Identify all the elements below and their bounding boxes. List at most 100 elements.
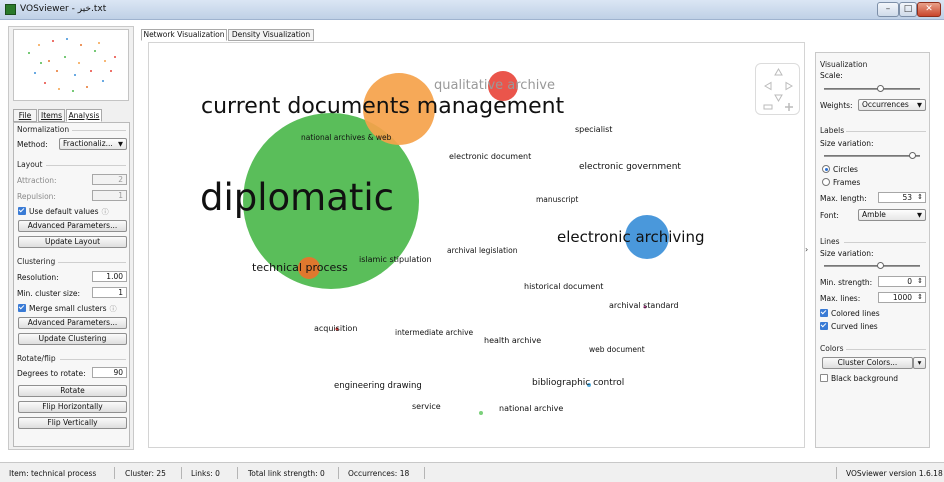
resolution-field[interactable]: 1.00 bbox=[92, 271, 127, 282]
overview-node-dot bbox=[64, 56, 66, 58]
attraction-field[interactable]: 2 bbox=[92, 174, 127, 185]
merge-small-clusters-checkbox[interactable]: Merge small clusters ⓘ bbox=[18, 304, 117, 314]
circles-radio[interactable]: Circles bbox=[822, 165, 858, 174]
keyword-national-archive[interactable]: national archive bbox=[499, 404, 563, 413]
checkbox-checked-icon bbox=[820, 309, 828, 317]
slider-thumb[interactable] bbox=[877, 262, 885, 269]
black-background-checkbox[interactable]: Black background bbox=[820, 374, 898, 383]
network-visualization-canvas[interactable]: qualitative archive current documents ma… bbox=[148, 42, 805, 448]
keyword-service[interactable]: service bbox=[412, 402, 441, 411]
keyword-technical-process[interactable]: technical process bbox=[252, 261, 348, 274]
cluster-colors-dropdown-button[interactable]: ▾ bbox=[913, 357, 926, 369]
keyword-qualitative-archive[interactable]: qualitative archive bbox=[434, 78, 555, 93]
overview-node-dot bbox=[58, 88, 60, 90]
labels-section-title: Labels bbox=[820, 126, 845, 135]
collapse-panel-arrow-icon[interactable]: › bbox=[805, 245, 808, 254]
curved-lines-checkbox[interactable]: Curved lines bbox=[820, 322, 878, 331]
layout-advanced-parameters-button[interactable]: Advanced Parameters... bbox=[18, 220, 127, 232]
help-icon[interactable]: ⓘ bbox=[102, 208, 109, 216]
max-lines-spinner[interactable]: 1000 bbox=[878, 292, 926, 303]
scale-slider[interactable] bbox=[824, 85, 920, 92]
slider-track bbox=[824, 155, 920, 157]
method-select[interactable]: Fractionaliz... ▼ bbox=[59, 138, 127, 150]
section-divider bbox=[846, 131, 926, 132]
flip-horizontally-button[interactable]: Flip Horizontally bbox=[18, 401, 127, 413]
keyword-diplomatic[interactable]: diplomatic bbox=[200, 176, 394, 219]
keyword-electronic-archiving[interactable]: electronic archiving bbox=[557, 228, 704, 246]
keyword-acquisition[interactable]: acquisition bbox=[314, 324, 357, 333]
window-title: VOSviewer - خير.txt bbox=[20, 4, 107, 14]
zoom-in-icon[interactable] bbox=[785, 103, 793, 111]
flip-vertically-button[interactable]: Flip Vertically bbox=[18, 417, 127, 429]
pan-zoom-control[interactable] bbox=[755, 63, 800, 115]
keyword-bibliographic-control[interactable]: bibliographic control bbox=[532, 378, 624, 388]
labels-size-variation-slider[interactable] bbox=[824, 152, 920, 159]
repulsion-field[interactable]: 1 bbox=[92, 190, 127, 201]
merge-small-clusters-label: Merge small clusters bbox=[29, 304, 107, 313]
overview-node-dot bbox=[90, 70, 92, 72]
cluster-colors-button[interactable]: Cluster Colors... bbox=[822, 357, 913, 369]
tab-items[interactable]: Items bbox=[38, 109, 65, 122]
slider-thumb[interactable] bbox=[877, 85, 885, 92]
keyword-web-document[interactable]: web document bbox=[589, 345, 645, 354]
update-layout-button[interactable]: Update Layout bbox=[18, 236, 127, 248]
status-separator bbox=[836, 467, 837, 479]
rotate-button[interactable]: Rotate bbox=[18, 385, 127, 397]
min-strength-spinner[interactable]: 0 bbox=[878, 276, 926, 287]
tab-network-visualization[interactable]: Network Visualization bbox=[141, 29, 227, 41]
frames-radio[interactable]: Frames bbox=[822, 178, 860, 187]
keyword-electronic-document[interactable]: electronic document bbox=[449, 152, 531, 161]
lines-size-variation-slider[interactable] bbox=[824, 262, 920, 269]
status-item: Item: technical process bbox=[9, 469, 97, 478]
maximize-button[interactable]: □ bbox=[899, 2, 917, 17]
keyword-national-archives-web[interactable]: national archives & web bbox=[301, 133, 391, 142]
keyword-archival-standard[interactable]: archival standard bbox=[609, 301, 679, 310]
overview-map[interactable] bbox=[13, 29, 129, 101]
minimize-button[interactable]: – bbox=[877, 2, 899, 17]
pan-up-icon[interactable] bbox=[774, 68, 783, 76]
overview-node-dot bbox=[44, 82, 46, 84]
keyword-manuscript[interactable]: manuscript bbox=[536, 195, 578, 204]
tab-analysis[interactable]: Analysis bbox=[66, 109, 102, 122]
clustering-advanced-parameters-button[interactable]: Advanced Parameters... bbox=[18, 317, 127, 329]
weights-select[interactable]: Occurrences ▼ bbox=[858, 99, 926, 111]
keyword-specialist[interactable]: specialist bbox=[575, 125, 612, 134]
slider-thumb[interactable] bbox=[908, 152, 916, 159]
zoom-out-icon[interactable] bbox=[763, 104, 773, 110]
pan-right-icon[interactable] bbox=[785, 81, 793, 91]
frames-label: Frames bbox=[833, 178, 861, 187]
curved-lines-label: Curved lines bbox=[831, 322, 878, 331]
keyword-historical-document[interactable]: historical document bbox=[524, 282, 603, 291]
overview-node-dot bbox=[98, 42, 100, 44]
keyword-health-archive[interactable]: health archive bbox=[484, 336, 541, 345]
font-select[interactable]: Amble ▼ bbox=[858, 209, 926, 221]
help-icon[interactable]: ⓘ bbox=[110, 305, 117, 313]
keyword-islamic-stipulation[interactable]: islamic stipulation bbox=[359, 255, 432, 264]
degrees-to-rotate-field[interactable]: 90 bbox=[92, 367, 127, 378]
use-default-values-checkbox[interactable]: Use default values ⓘ bbox=[18, 207, 109, 217]
tab-file[interactable]: File bbox=[13, 109, 37, 122]
keyword-engineering-drawing[interactable]: engineering drawing bbox=[334, 381, 422, 391]
keyword-intermediate-archive[interactable]: intermediate archive bbox=[395, 328, 473, 337]
close-button[interactable]: ✕ bbox=[917, 2, 941, 17]
keyword-electronic-government[interactable]: electronic government bbox=[579, 162, 681, 172]
chevron-down-icon: ▼ bbox=[118, 140, 123, 148]
checkbox-unchecked-icon bbox=[820, 374, 828, 382]
pan-left-icon[interactable] bbox=[764, 81, 772, 91]
update-clustering-button[interactable]: Update Clustering bbox=[18, 333, 127, 345]
clustering-section-title: Clustering bbox=[17, 257, 56, 266]
min-cluster-size-field[interactable]: 1 bbox=[92, 287, 127, 298]
colored-lines-checkbox[interactable]: Colored lines bbox=[820, 309, 880, 318]
tab-density-visualization[interactable]: Density Visualization bbox=[228, 29, 314, 41]
pan-down-icon[interactable] bbox=[774, 94, 783, 102]
max-length-spinner[interactable]: 53 bbox=[878, 192, 926, 203]
weights-label: Weights: bbox=[820, 101, 853, 110]
keyword-current-documents-management[interactable]: current documents management bbox=[201, 94, 564, 119]
overview-node-dot bbox=[80, 44, 82, 46]
font-label: Font: bbox=[820, 211, 839, 220]
overview-node-dot bbox=[40, 62, 42, 64]
overview-node-dot bbox=[94, 50, 96, 52]
overview-node-dot bbox=[56, 70, 58, 72]
status-bar: Item: technical process Cluster: 25 Link… bbox=[0, 462, 944, 482]
keyword-archival-legislation[interactable]: archival legislation bbox=[447, 246, 517, 255]
